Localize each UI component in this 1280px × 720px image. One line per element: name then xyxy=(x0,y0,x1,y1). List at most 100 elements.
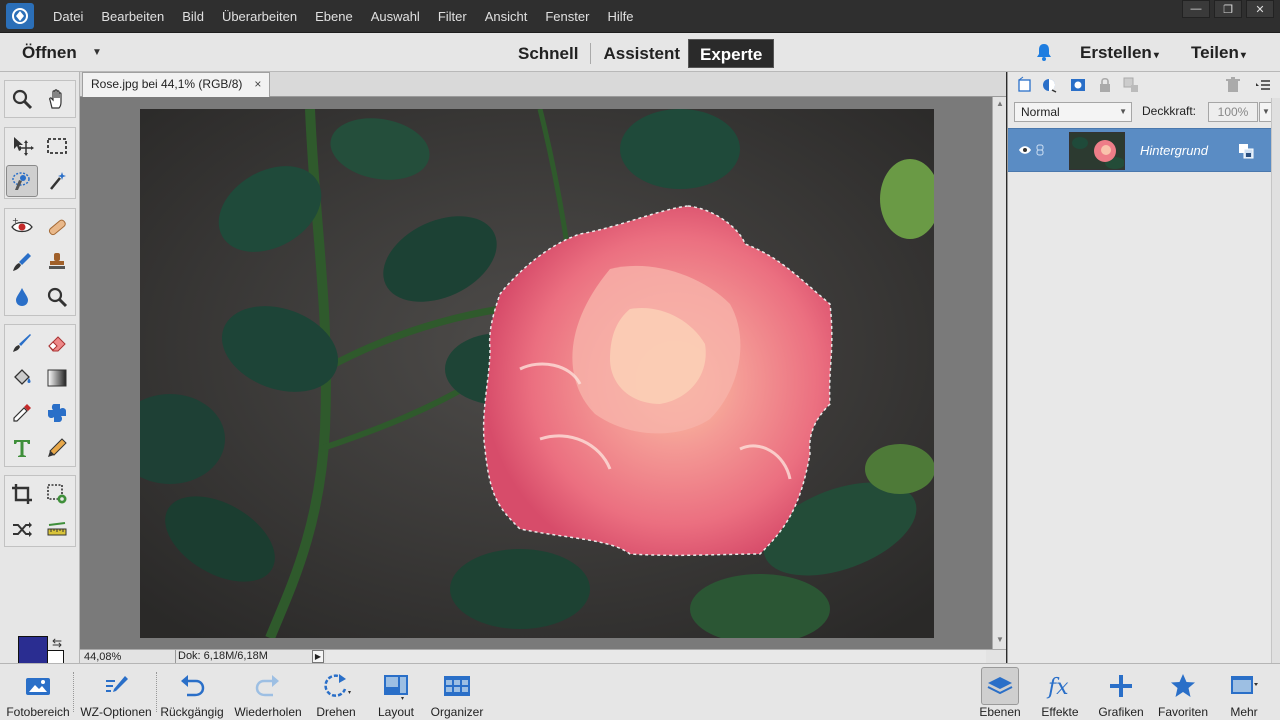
lock-transparency-icon[interactable] xyxy=(1122,76,1140,94)
swap-colors-icon[interactable]: ⇆ xyxy=(52,636,62,650)
menu-bild[interactable]: Bild xyxy=(173,0,213,33)
menu-filter[interactable]: Filter xyxy=(429,0,476,33)
paint-bucket-tool-icon[interactable] xyxy=(6,362,38,394)
restore-button[interactable]: ❐ xyxy=(1214,0,1242,18)
tool-options-icon xyxy=(106,676,128,692)
move-tool-icon[interactable] xyxy=(6,130,38,162)
menu-fenster[interactable]: Fenster xyxy=(536,0,598,33)
open-button[interactable]: Öffnen xyxy=(22,33,77,72)
rotate-button[interactable]: Drehen xyxy=(312,664,360,720)
layout-label: Layout xyxy=(377,705,415,719)
hand-tool-icon[interactable] xyxy=(41,83,73,115)
share-label: Teilen xyxy=(1191,43,1239,62)
undo-label: Rückgängig xyxy=(160,705,224,719)
blur-tool-icon[interactable] xyxy=(6,281,38,313)
notification-bell-icon[interactable] xyxy=(1034,42,1054,62)
redo-icon xyxy=(255,675,279,697)
delete-layer-icon[interactable] xyxy=(1224,76,1242,94)
redo-button[interactable]: Wiederholen xyxy=(232,664,304,720)
zoom-tool-icon[interactable] xyxy=(6,83,38,115)
undo-button[interactable]: Rückgängig xyxy=(158,664,226,720)
menu-ebene[interactable]: Ebene xyxy=(306,0,362,33)
new-layer-icon[interactable] xyxy=(1016,76,1034,94)
document-size-info: Dok: 6,18M/6,18M xyxy=(175,650,315,663)
more-button[interactable]: Mehr xyxy=(1222,664,1266,720)
fx-icon: fx xyxy=(1046,675,1069,700)
menu-ansicht[interactable]: Ansicht xyxy=(476,0,537,33)
open-dropdown-caret-icon[interactable]: ▼ xyxy=(92,33,102,72)
share-button[interactable]: Teilen ▾ xyxy=(1191,33,1246,72)
clone-stamp-tool-icon[interactable] xyxy=(41,246,73,278)
minimize-button[interactable]: — xyxy=(1182,0,1210,18)
content-aware-move-tool-icon[interactable] xyxy=(6,513,38,545)
layout-button[interactable]: Layout xyxy=(374,664,418,720)
visibility-eye-icon[interactable] xyxy=(1018,145,1032,155)
photo-bin-button[interactable]: Fotobereich xyxy=(6,664,70,720)
tool-group-select xyxy=(4,127,76,199)
effects-button[interactable]: fx Effekte xyxy=(1036,664,1084,720)
healing-brush-tool-icon[interactable] xyxy=(41,211,73,243)
layout-icon xyxy=(384,675,408,700)
type-tool-icon[interactable] xyxy=(6,432,38,464)
zoom-level-field[interactable]: 44,08% xyxy=(84,651,121,663)
eraser-tool-icon[interactable] xyxy=(41,327,73,359)
lock-all-icon[interactable] xyxy=(1096,76,1114,94)
layer-mask-icon[interactable] xyxy=(1069,76,1087,94)
brush-tool-icon[interactable] xyxy=(6,327,38,359)
blend-mode-select[interactable]: Normal ▼ xyxy=(1014,102,1132,122)
straighten-tool-icon[interactable] xyxy=(41,513,73,545)
custom-shape-tool-icon[interactable] xyxy=(41,397,73,429)
tab-experte[interactable]: Experte xyxy=(688,39,775,68)
status-bar: 44,08% Dok: 6,18M/6,18M ▶ xyxy=(80,649,1006,663)
horizontal-scrollbar[interactable] xyxy=(326,650,986,663)
red-eye-tool-icon[interactable]: + xyxy=(6,211,38,243)
menu-hilfe[interactable]: Hilfe xyxy=(598,0,642,33)
info-menu-arrow-icon[interactable]: ▶ xyxy=(312,650,324,663)
layer-row-hintergrund[interactable]: Hintergrund xyxy=(1008,128,1271,172)
recompose-tool-icon[interactable] xyxy=(41,478,73,510)
tab-assistent[interactable]: Assistent xyxy=(595,39,688,68)
crop-tool-icon[interactable] xyxy=(6,478,38,510)
sponge-tool-icon[interactable] xyxy=(41,281,73,313)
magic-wand-tool-icon[interactable] xyxy=(41,165,73,197)
gradient-tool-icon[interactable] xyxy=(41,362,73,394)
close-window-button[interactable]: ✕ xyxy=(1246,0,1274,18)
rotate-label: Drehen xyxy=(316,705,356,719)
organizer-button[interactable]: Organizer xyxy=(428,664,486,720)
tool-group-draw xyxy=(4,324,76,467)
mode-bar: Öffnen ▼ Schnell Assistent Experte Erste… xyxy=(0,33,1280,72)
panel-scrollbar[interactable] xyxy=(1271,98,1280,663)
smart-brush-tool-icon[interactable] xyxy=(6,246,38,278)
layer-name[interactable]: Hintergrund xyxy=(1140,143,1208,158)
vertical-scrollbar[interactable]: ▲ ▼ xyxy=(992,97,1006,649)
create-label: Erstellen xyxy=(1080,43,1152,62)
tool-group-modify xyxy=(4,475,76,547)
graphics-button[interactable]: Grafiken xyxy=(1096,664,1146,720)
panel-menu-icon[interactable] xyxy=(1254,76,1272,94)
scroll-down-icon[interactable]: ▼ xyxy=(996,635,1004,644)
close-document-icon[interactable]: × xyxy=(254,73,261,97)
rectangular-marquee-tool-icon[interactable] xyxy=(41,130,73,162)
menu-bearbeiten[interactable]: Bearbeiten xyxy=(92,0,173,33)
foreground-color-swatch[interactable] xyxy=(18,636,48,666)
organizer-icon xyxy=(444,676,470,696)
tool-options-button[interactable]: WZ-Optionen xyxy=(78,664,154,720)
favorites-button[interactable]: Favoriten xyxy=(1155,664,1211,720)
rose-photo[interactable] xyxy=(140,109,934,638)
eyedropper-tool-icon[interactable] xyxy=(6,397,38,429)
rotate-icon xyxy=(324,674,351,697)
menu-datei[interactable]: Datei xyxy=(44,0,92,33)
opacity-field[interactable]: 100% xyxy=(1208,102,1258,122)
pencil-tool-icon[interactable] xyxy=(41,432,73,464)
scroll-up-icon[interactable]: ▲ xyxy=(996,99,1004,108)
layers-icon xyxy=(987,677,1013,695)
quick-selection-tool-icon[interactable] xyxy=(6,165,38,197)
document-tab[interactable]: Rose.jpg bei 44,1% (RGB/8) × xyxy=(82,72,271,97)
menu-auswahl[interactable]: Auswahl xyxy=(362,0,429,33)
adjustment-layer-icon[interactable] xyxy=(1040,76,1058,94)
create-button[interactable]: Erstellen ▾ xyxy=(1080,33,1159,72)
menu-ueberarbeiten[interactable]: Überarbeiten xyxy=(213,0,306,33)
tab-schnell[interactable]: Schnell xyxy=(510,39,586,68)
app-logo-icon[interactable] xyxy=(6,3,34,29)
layers-button[interactable]: Ebenen xyxy=(976,664,1024,720)
